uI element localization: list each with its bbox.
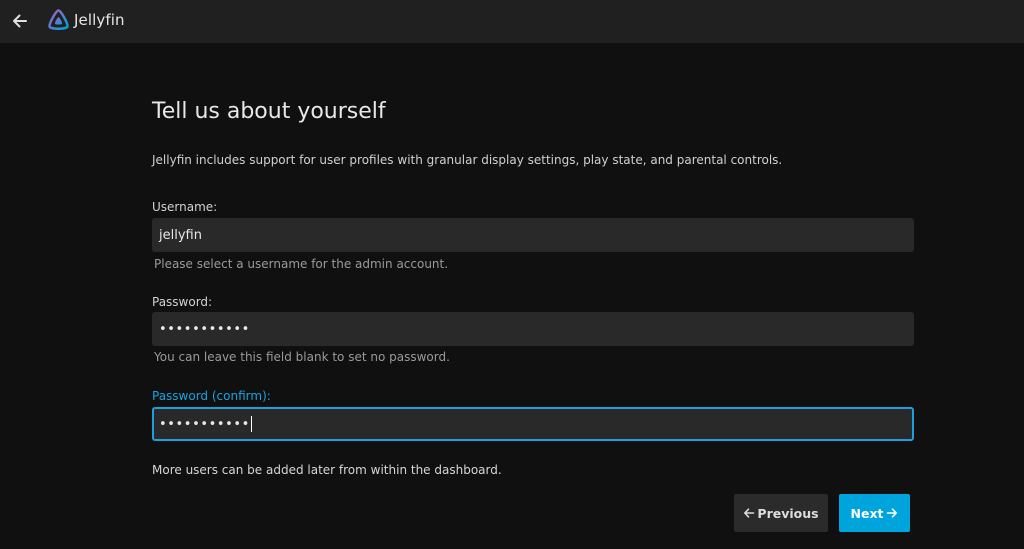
arrow-right-icon xyxy=(887,508,898,518)
username-help: Please select a username for the admin a… xyxy=(154,257,449,271)
footer-note: More users can be added later from withi… xyxy=(152,463,502,477)
app-brand: Jellyfin xyxy=(74,11,125,29)
intro-text: Jellyfin includes support for user profi… xyxy=(152,153,783,167)
password-label: Password: xyxy=(152,295,213,309)
page-title: Tell us about yourself xyxy=(152,99,386,124)
password-help: You can leave this field blank to set no… xyxy=(154,350,450,364)
back-button[interactable] xyxy=(10,11,30,31)
username-field[interactable]: jellyfin xyxy=(152,218,914,252)
app-header: Jellyfin xyxy=(0,0,1024,43)
password-confirm-field[interactable]: ••••••••••• xyxy=(152,407,914,441)
arrow-left-icon xyxy=(744,508,755,518)
next-button[interactable]: Next xyxy=(839,494,910,532)
password-confirm-label: Password (confirm): xyxy=(152,389,271,403)
previous-button[interactable]: Previous xyxy=(734,494,828,532)
password-value: ••••••••••• xyxy=(159,321,250,337)
next-label: Next xyxy=(850,505,884,521)
jellyfin-logo-icon[interactable] xyxy=(47,9,70,32)
text-caret xyxy=(250,416,252,432)
password-field[interactable]: ••••••••••• xyxy=(152,312,914,346)
arrow-left-icon xyxy=(13,14,27,28)
username-label: Username: xyxy=(152,200,218,214)
username-value: jellyfin xyxy=(159,227,202,243)
previous-label: Previous xyxy=(757,505,819,521)
password-confirm-value: ••••••••••• xyxy=(159,416,250,432)
